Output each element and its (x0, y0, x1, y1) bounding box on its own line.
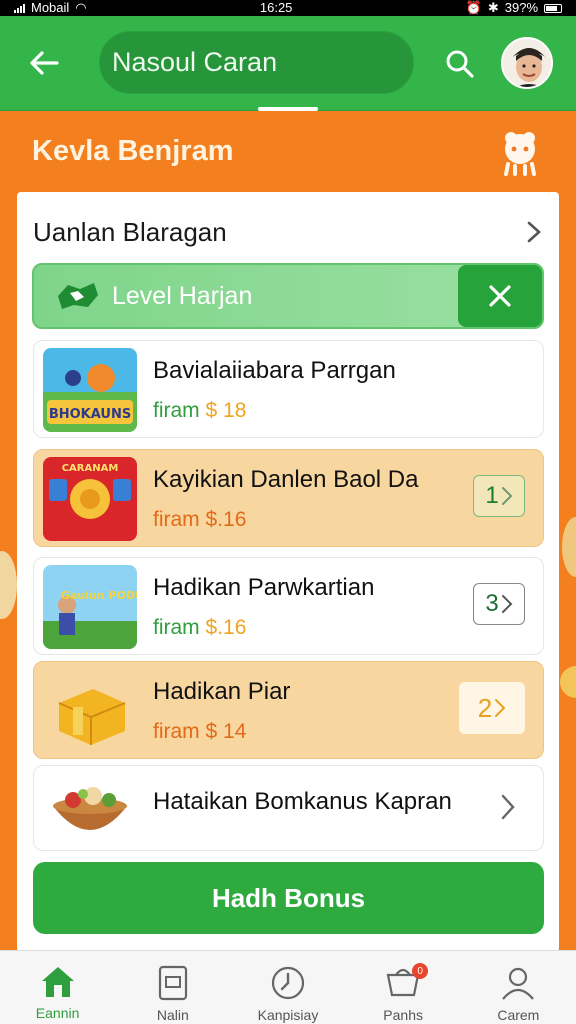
signal-icon (14, 3, 25, 13)
chevron-right-icon (501, 794, 515, 820)
game-thumbnail-title: CARANAM (62, 463, 119, 474)
game-thumbnail: BHOKAUNS (43, 348, 137, 432)
search-input[interactable]: Nasoul Caran (99, 31, 414, 94)
offer-item[interactable]: Gaulun PODUN Hadikan Parwkartian firam $… (33, 557, 544, 655)
offers-card: Uanlan Blaragan Level Harjan BHOKAUNS Ba… (17, 192, 559, 952)
chevron-right-icon (495, 699, 506, 717)
gift-box-thumbnail (43, 669, 137, 753)
quantity-badge[interactable]: 3 (473, 583, 525, 625)
quantity-badge[interactable]: 2 (459, 682, 525, 734)
level-badge-icon (58, 283, 98, 309)
offer-item-price-value: $.16 (205, 616, 247, 639)
clock-time: 16:25 (259, 0, 293, 15)
offer-item-price-label: firam (153, 616, 200, 639)
mascot-icon[interactable] (498, 130, 542, 176)
bonus-button[interactable]: Hadh Bonus (33, 862, 544, 934)
offer-item-price-label: firam (153, 508, 200, 531)
item-open-button[interactable] (493, 790, 523, 824)
nav-item-profile[interactable]: Carem (463, 951, 573, 1024)
status-bar: Mobail ◠ 16:25 ⏰ ✱ 39?% (0, 0, 576, 16)
back-arrow-icon (30, 51, 59, 75)
game-thumbnail-title: BHOKAUNS (49, 407, 131, 422)
close-icon (489, 285, 511, 307)
snack-decoration-icon (562, 517, 576, 577)
wifi-icon: ◠ (75, 0, 87, 15)
nav-item-label: Nalin (156, 1007, 189, 1023)
offer-item-price: firam $.16 (153, 508, 246, 532)
offer-item-price-label: firam (153, 720, 200, 743)
offer-item[interactable]: Hadikan Piar firam $ 14 2 (33, 661, 544, 759)
level-bar-label: Level Harjan (112, 281, 253, 310)
bottom-nav: Eannin Nalin Kanpisiay 0 Panhs Carem (0, 950, 576, 1024)
level-bar[interactable]: Level Harjan (32, 263, 544, 329)
avatar-portrait-icon (503, 39, 551, 87)
offer-item-name: Bavialaiiabara Parrgan (153, 357, 396, 384)
offer-item-price-value: $.16 (205, 508, 247, 531)
offer-item-name: Kayikian Danlen Baol Da (153, 466, 419, 493)
nav-item-label: Carem (497, 1007, 540, 1023)
game-thumbnail-title: Gaulun PODUN (61, 589, 137, 602)
search-button[interactable] (438, 42, 482, 86)
avatar[interactable] (501, 37, 553, 89)
offer-item-price: firam $.16 (153, 616, 246, 640)
home-icon (41, 967, 74, 997)
battery-icon (544, 3, 562, 13)
chevron-right-icon (501, 595, 513, 613)
notification-badge: 0 (412, 963, 429, 979)
nav-item-label: Kanpisiay (257, 1007, 319, 1023)
offer-item-price-value: $ 14 (205, 720, 247, 743)
offer-item-name: Hadikan Parwkartian (153, 574, 375, 601)
nav-item-label: Panhs (383, 1007, 423, 1023)
quantity-badge-count: 3 (485, 590, 499, 617)
battery-percent: 39?% (504, 0, 538, 15)
carrier-label: Mobail (31, 0, 70, 15)
card-header[interactable]: Uanlan Blaragan (33, 212, 543, 252)
tab-indicator (258, 107, 318, 111)
offer-item[interactable]: Hataikan Bomkanus Kapran (33, 765, 544, 851)
quantity-badge-count: 1 (485, 482, 499, 509)
level-bar-close-button[interactable] (458, 265, 542, 327)
game-thumbnail: Gaulun PODUN (43, 565, 137, 649)
offer-item-name: Hadikan Piar (153, 678, 291, 705)
food-bowl-thumbnail (43, 770, 137, 848)
clock-icon (271, 966, 305, 1000)
offer-item[interactable]: BHOKAUNS Bavialaiiabara Parrgan firam $ … (33, 340, 544, 438)
quantity-badge-count: 2 (477, 692, 493, 723)
offer-item-price: firam $ 18 (153, 399, 246, 423)
nav-item-label: Eannin (35, 1005, 80, 1021)
phone-icon (158, 965, 187, 1001)
banner-title: Kevla Benjram (32, 135, 234, 167)
bluetooth-icon: ✱ (487, 0, 499, 15)
nav-item-phone[interactable]: Nalin (118, 951, 228, 1024)
profile-icon (502, 967, 535, 1000)
quantity-badge[interactable]: 1 (473, 475, 525, 517)
card-header-title: Uanlan Blaragan (33, 216, 227, 247)
offer-item-price-value: $ 18 (205, 399, 247, 422)
coin-decoration-icon (560, 666, 576, 698)
offer-item-name: Hataikan Bomkanus Kapran (153, 788, 452, 815)
top-header: Nasoul Caran (0, 16, 576, 111)
nav-item-basket[interactable]: 0 Panhs (348, 951, 458, 1024)
offer-item-price: firam $ 14 (153, 720, 246, 744)
snack-decoration-icon (0, 551, 17, 619)
offer-item-price-label: firam (153, 399, 200, 422)
search-input-value: Nasoul Caran (112, 47, 278, 77)
nav-item-history[interactable]: Kanpisiay (233, 951, 343, 1024)
chevron-right-icon (501, 487, 513, 505)
game-thumbnail: CARANAM (43, 457, 137, 541)
back-button[interactable] (22, 41, 66, 85)
alarm-icon: ⏰ (465, 0, 482, 15)
offer-item[interactable]: CARANAM Kayikian Danlen Baol Da firam $.… (33, 449, 544, 547)
search-icon (446, 50, 474, 78)
chevron-right-icon (527, 221, 541, 243)
nav-item-home[interactable]: Eannin (3, 951, 113, 1024)
